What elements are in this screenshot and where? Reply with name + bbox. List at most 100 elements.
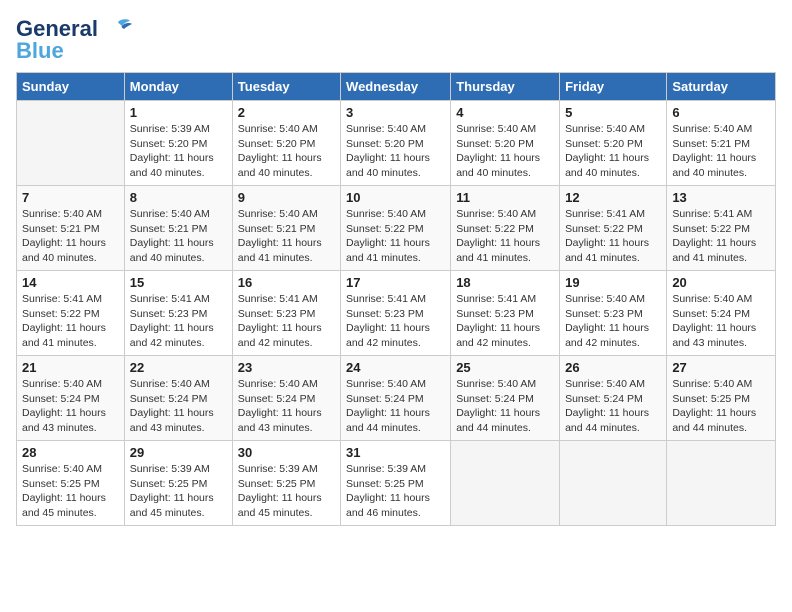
calendar-cell: 13 Sunrise: 5:41 AMSunset: 5:22 PMDayligh… bbox=[667, 186, 776, 271]
calendar-cell: 30 Sunrise: 5:39 AMSunset: 5:25 PMDayligh… bbox=[232, 441, 340, 526]
day-info: Sunrise: 5:40 AMSunset: 5:21 PMDaylight:… bbox=[22, 207, 119, 266]
day-number: 24 bbox=[346, 360, 445, 375]
day-info: Sunrise: 5:40 AMSunset: 5:24 PMDaylight:… bbox=[346, 377, 445, 436]
day-info: Sunrise: 5:39 AMSunset: 5:25 PMDaylight:… bbox=[130, 462, 227, 521]
day-number: 5 bbox=[565, 105, 661, 120]
calendar-week-3: 14 Sunrise: 5:41 AMSunset: 5:22 PMDayligh… bbox=[17, 271, 776, 356]
day-info: Sunrise: 5:39 AMSunset: 5:25 PMDaylight:… bbox=[238, 462, 335, 521]
day-number: 1 bbox=[130, 105, 227, 120]
day-info: Sunrise: 5:41 AMSunset: 5:22 PMDaylight:… bbox=[672, 207, 770, 266]
day-info: Sunrise: 5:40 AMSunset: 5:24 PMDaylight:… bbox=[22, 377, 119, 436]
calendar-cell: 23 Sunrise: 5:40 AMSunset: 5:24 PMDayligh… bbox=[232, 356, 340, 441]
day-number: 10 bbox=[346, 190, 445, 205]
day-info: Sunrise: 5:41 AMSunset: 5:22 PMDaylight:… bbox=[22, 292, 119, 351]
logo-bird-icon bbox=[100, 18, 132, 40]
calendar-cell: 18 Sunrise: 5:41 AMSunset: 5:23 PMDayligh… bbox=[451, 271, 560, 356]
day-number: 26 bbox=[565, 360, 661, 375]
calendar-cell: 5 Sunrise: 5:40 AMSunset: 5:20 PMDaylight… bbox=[560, 101, 667, 186]
day-info: Sunrise: 5:41 AMSunset: 5:23 PMDaylight:… bbox=[238, 292, 335, 351]
day-info: Sunrise: 5:40 AMSunset: 5:24 PMDaylight:… bbox=[238, 377, 335, 436]
day-number: 20 bbox=[672, 275, 770, 290]
calendar-cell: 2 Sunrise: 5:40 AMSunset: 5:20 PMDaylight… bbox=[232, 101, 340, 186]
day-number: 29 bbox=[130, 445, 227, 460]
calendar-cell: 22Sunrise: 5:40 AMSunset: 5:24 PMDayligh… bbox=[124, 356, 232, 441]
day-info: Sunrise: 5:40 AMSunset: 5:25 PMDaylight:… bbox=[672, 377, 770, 436]
calendar-cell: 26 Sunrise: 5:40 AMSunset: 5:24 PMDayligh… bbox=[560, 356, 667, 441]
calendar-week-4: 21 Sunrise: 5:40 AMSunset: 5:24 PMDayligh… bbox=[17, 356, 776, 441]
calendar-cell: 19 Sunrise: 5:40 AMSunset: 5:23 PMDayligh… bbox=[560, 271, 667, 356]
calendar-cell: 7 Sunrise: 5:40 AMSunset: 5:21 PMDaylight… bbox=[17, 186, 125, 271]
calendar-cell: 3 Sunrise: 5:40 AMSunset: 5:20 PMDaylight… bbox=[341, 101, 451, 186]
day-number: 12 bbox=[565, 190, 661, 205]
day-info: Sunrise: 5:40 AMSunset: 5:20 PMDaylight:… bbox=[456, 122, 554, 181]
column-header-monday: Monday bbox=[124, 73, 232, 101]
calendar-cell: 28Sunrise: 5:40 AMSunset: 5:25 PMDayligh… bbox=[17, 441, 125, 526]
day-number: 19 bbox=[565, 275, 661, 290]
day-info: Sunrise: 5:40 AMSunset: 5:24 PMDaylight:… bbox=[456, 377, 554, 436]
calendar-cell: 11Sunrise: 5:40 AMSunset: 5:22 PMDayligh… bbox=[451, 186, 560, 271]
day-number: 25 bbox=[456, 360, 554, 375]
day-number: 21 bbox=[22, 360, 119, 375]
column-header-friday: Friday bbox=[560, 73, 667, 101]
column-header-sunday: Sunday bbox=[17, 73, 125, 101]
calendar-cell bbox=[451, 441, 560, 526]
day-info: Sunrise: 5:39 AMSunset: 5:20 PMDaylight:… bbox=[130, 122, 227, 181]
calendar-cell: 16 Sunrise: 5:41 AMSunset: 5:23 PMDayligh… bbox=[232, 271, 340, 356]
day-number: 27 bbox=[672, 360, 770, 375]
day-info: Sunrise: 5:40 AMSunset: 5:21 PMDaylight:… bbox=[238, 207, 335, 266]
day-info: Sunrise: 5:40 AMSunset: 5:20 PMDaylight:… bbox=[238, 122, 335, 181]
day-number: 3 bbox=[346, 105, 445, 120]
day-info: Sunrise: 5:40 AMSunset: 5:20 PMDaylight:… bbox=[565, 122, 661, 181]
day-info: Sunrise: 5:40 AMSunset: 5:21 PMDaylight:… bbox=[672, 122, 770, 181]
calendar-cell: 25 Sunrise: 5:40 AMSunset: 5:24 PMDayligh… bbox=[451, 356, 560, 441]
day-info: Sunrise: 5:40 AMSunset: 5:24 PMDaylight:… bbox=[672, 292, 770, 351]
calendar-cell bbox=[667, 441, 776, 526]
day-number: 30 bbox=[238, 445, 335, 460]
day-info: Sunrise: 5:41 AMSunset: 5:22 PMDaylight:… bbox=[565, 207, 661, 266]
calendar-cell: 20 Sunrise: 5:40 AMSunset: 5:24 PMDayligh… bbox=[667, 271, 776, 356]
day-number: 15 bbox=[130, 275, 227, 290]
day-number: 23 bbox=[238, 360, 335, 375]
calendar-cell: 4 Sunrise: 5:40 AMSunset: 5:20 PMDaylight… bbox=[451, 101, 560, 186]
calendar-cell: 1 Sunrise: 5:39 AMSunset: 5:20 PMDaylight… bbox=[124, 101, 232, 186]
calendar-cell: 31Sunrise: 5:39 AMSunset: 5:25 PMDayligh… bbox=[341, 441, 451, 526]
calendar-week-1: 1 Sunrise: 5:39 AMSunset: 5:20 PMDaylight… bbox=[17, 101, 776, 186]
day-number: 2 bbox=[238, 105, 335, 120]
calendar-cell: 6 Sunrise: 5:40 AMSunset: 5:21 PMDaylight… bbox=[667, 101, 776, 186]
day-number: 13 bbox=[672, 190, 770, 205]
column-header-wednesday: Wednesday bbox=[341, 73, 451, 101]
calendar-cell: 24 Sunrise: 5:40 AMSunset: 5:24 PMDayligh… bbox=[341, 356, 451, 441]
day-number: 22 bbox=[130, 360, 227, 375]
column-header-tuesday: Tuesday bbox=[232, 73, 340, 101]
day-info: Sunrise: 5:39 AMSunset: 5:25 PMDaylight:… bbox=[346, 462, 445, 521]
calendar-cell: 21 Sunrise: 5:40 AMSunset: 5:24 PMDayligh… bbox=[17, 356, 125, 441]
day-info: Sunrise: 5:40 AMSunset: 5:23 PMDaylight:… bbox=[565, 292, 661, 351]
calendar-cell: 17 Sunrise: 5:41 AMSunset: 5:23 PMDayligh… bbox=[341, 271, 451, 356]
calendar-week-2: 7 Sunrise: 5:40 AMSunset: 5:21 PMDaylight… bbox=[17, 186, 776, 271]
calendar-cell: 15 Sunrise: 5:41 AMSunset: 5:23 PMDayligh… bbox=[124, 271, 232, 356]
day-info: Sunrise: 5:40 AMSunset: 5:25 PMDaylight:… bbox=[22, 462, 119, 521]
page-header: General Blue bbox=[16, 16, 776, 64]
day-number: 4 bbox=[456, 105, 554, 120]
day-number: 14 bbox=[22, 275, 119, 290]
day-info: Sunrise: 5:40 AMSunset: 5:24 PMDaylight:… bbox=[565, 377, 661, 436]
calendar-cell: 10 Sunrise: 5:40 AMSunset: 5:22 PMDayligh… bbox=[341, 186, 451, 271]
column-header-saturday: Saturday bbox=[667, 73, 776, 101]
day-info: Sunrise: 5:40 AMSunset: 5:22 PMDaylight:… bbox=[346, 207, 445, 266]
day-info: Sunrise: 5:41 AMSunset: 5:23 PMDaylight:… bbox=[346, 292, 445, 351]
day-number: 18 bbox=[456, 275, 554, 290]
day-number: 17 bbox=[346, 275, 445, 290]
day-info: Sunrise: 5:41 AMSunset: 5:23 PMDaylight:… bbox=[130, 292, 227, 351]
calendar-cell bbox=[560, 441, 667, 526]
day-number: 16 bbox=[238, 275, 335, 290]
column-header-thursday: Thursday bbox=[451, 73, 560, 101]
day-info: Sunrise: 5:40 AMSunset: 5:22 PMDaylight:… bbox=[456, 207, 554, 266]
calendar-cell bbox=[17, 101, 125, 186]
day-info: Sunrise: 5:40 AMSunset: 5:20 PMDaylight:… bbox=[346, 122, 445, 181]
day-number: 9 bbox=[238, 190, 335, 205]
day-info: Sunrise: 5:40 AMSunset: 5:21 PMDaylight:… bbox=[130, 207, 227, 266]
day-info: Sunrise: 5:41 AMSunset: 5:23 PMDaylight:… bbox=[456, 292, 554, 351]
day-number: 7 bbox=[22, 190, 119, 205]
day-number: 6 bbox=[672, 105, 770, 120]
logo: General Blue bbox=[16, 16, 132, 64]
